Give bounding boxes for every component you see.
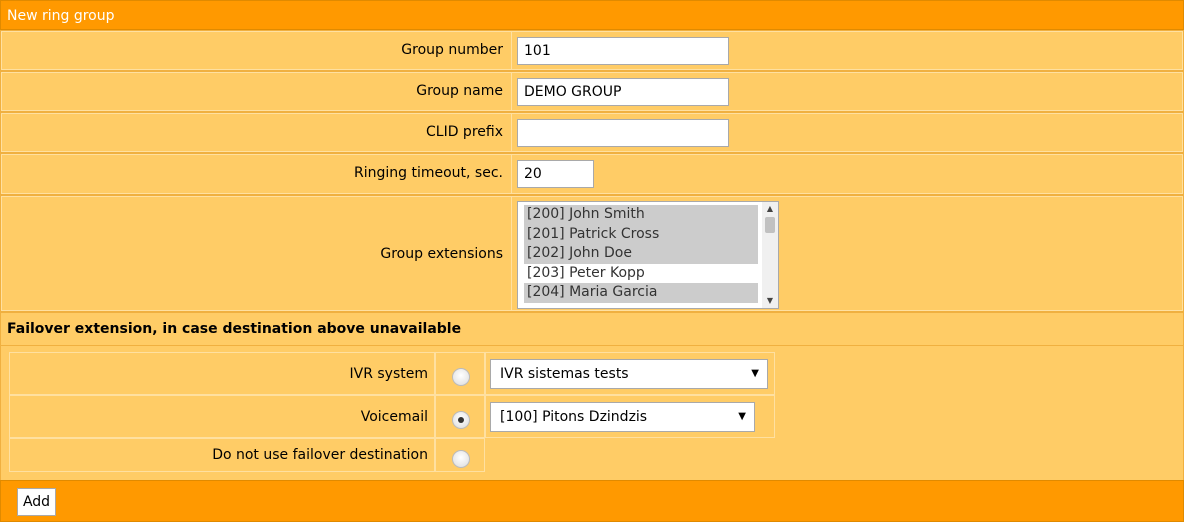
row-separator xyxy=(511,113,512,152)
failover-ivr-select-cell: IVR sistemas tests ▼ xyxy=(485,352,775,395)
ivr-system-select[interactable]: IVR sistemas tests ▼ xyxy=(490,359,768,389)
clid-prefix-input[interactable] xyxy=(517,119,729,147)
failover-ivr-label-cell: IVR system xyxy=(9,352,435,395)
extension-option[interactable]: [200] John Smith xyxy=(524,205,758,225)
failover-none-label-cell: Do not use failover destination xyxy=(9,438,435,472)
chevron-down-icon: ▼ xyxy=(738,411,746,422)
ivr-system-radio[interactable] xyxy=(452,368,470,386)
extension-option[interactable]: [204] Maria Garcia xyxy=(524,283,758,303)
listbox-scrollbar[interactable]: ▲ ▼ xyxy=(762,202,778,308)
scrollbar-thumb[interactable] xyxy=(765,217,775,233)
clid-prefix-label: CLID prefix xyxy=(426,124,503,140)
scroll-up-arrow-icon[interactable]: ▲ xyxy=(762,202,778,216)
failover-section-heading: Failover extension, in case destination … xyxy=(0,312,1184,346)
group-extensions-label: Group extensions xyxy=(380,246,503,262)
group-name-input[interactable] xyxy=(517,78,729,106)
row-group-name: Group name xyxy=(0,71,1184,112)
group-extensions-listbox[interactable]: [200] John Smith [201] Patrick Cross [202]… xyxy=(517,201,779,309)
failover-ivr-radio-cell xyxy=(435,352,485,395)
row-group-number: Group number xyxy=(0,30,1184,71)
failover-voicemail-radio-cell xyxy=(435,395,485,438)
failover-none-radio-cell xyxy=(435,438,485,472)
row-separator xyxy=(511,154,512,194)
row-separator xyxy=(511,196,512,311)
ring-group-form: New ring group Group number Group name C… xyxy=(0,0,1184,522)
row-separator xyxy=(511,31,512,70)
voicemail-select-value: [100] Pitons Dzindzis xyxy=(500,409,648,425)
group-name-label: Group name xyxy=(416,83,503,99)
voicemail-radio[interactable] xyxy=(452,411,470,429)
add-button[interactable]: Add xyxy=(17,488,56,516)
extension-option[interactable]: [203] Peter Kopp xyxy=(524,264,758,284)
voicemail-select[interactable]: [100] Pitons Dzindzis ▼ xyxy=(490,402,755,432)
group-number-input[interactable] xyxy=(517,37,729,65)
row-clid-prefix: CLID prefix xyxy=(0,112,1184,153)
voicemail-label: Voicemail xyxy=(360,409,428,425)
form-title-bar: New ring group xyxy=(0,0,1184,30)
failover-voicemail-label-cell: Voicemail xyxy=(9,395,435,438)
row-group-extensions: Group extensions [200] John Smith [201] P… xyxy=(0,195,1184,312)
failover-voicemail-select-cell: [100] Pitons Dzindzis ▼ xyxy=(485,395,775,438)
ringing-timeout-label: Ringing timeout, sec. xyxy=(354,165,503,181)
row-ringing-timeout: Ringing timeout, sec. xyxy=(0,153,1184,195)
form-title: New ring group xyxy=(7,8,115,24)
ringing-timeout-input[interactable] xyxy=(517,160,594,188)
extension-option[interactable]: [201] Patrick Cross xyxy=(524,224,758,244)
extension-option[interactable]: [202] John Doe xyxy=(524,244,758,264)
scroll-down-arrow-icon[interactable]: ▼ xyxy=(762,294,778,308)
form-footer-bar: Add xyxy=(0,480,1184,522)
row-separator xyxy=(511,72,512,111)
ivr-system-select-value: IVR sistemas tests xyxy=(500,366,629,382)
failover-heading-text: Failover extension, in case destination … xyxy=(7,321,462,337)
failover-options-table: IVR system IVR sistemas tests ▼ Voicemai… xyxy=(0,346,1184,480)
no-failover-radio[interactable] xyxy=(452,450,470,468)
chevron-down-icon: ▼ xyxy=(751,368,759,379)
group-number-label: Group number xyxy=(401,42,503,58)
no-failover-label: Do not use failover destination xyxy=(212,447,428,463)
ivr-system-label: IVR system xyxy=(349,366,429,382)
